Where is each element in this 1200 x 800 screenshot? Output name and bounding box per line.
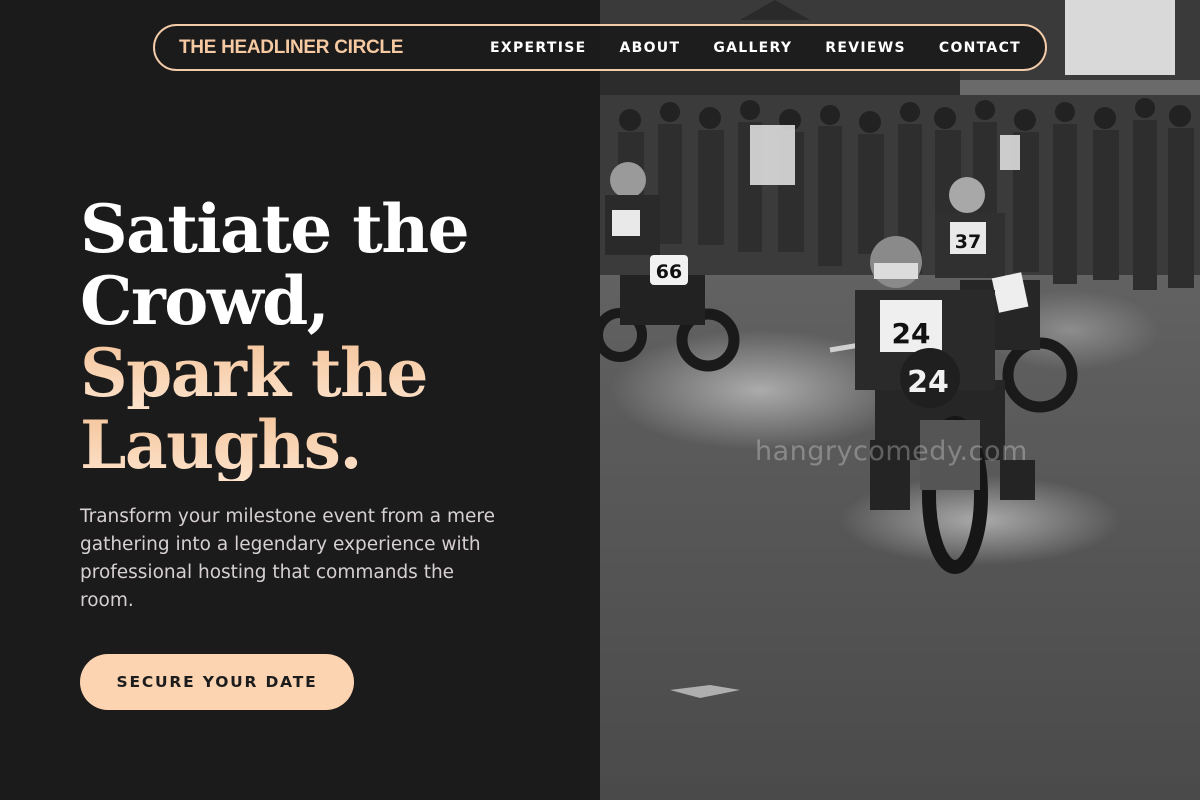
nav-link-gallery[interactable]: GALLERY <box>713 40 792 56</box>
headline-line-3: Spark the <box>80 337 580 409</box>
bib-number-left: 66 <box>656 261 682 283</box>
hero-headline: Satiate the Crowd, Spark the Laughs. <box>80 193 580 481</box>
top-navigation: THE HEADLINER CIRCLE EXPERTISE ABOUT GAL… <box>153 24 1047 71</box>
watermark-text: hangrycomedy.com <box>755 436 1028 467</box>
nav-link-reviews[interactable]: REVIEWS <box>825 40 906 56</box>
hero-description: Transform your milestone event from a me… <box>80 506 495 611</box>
bib-number-main: 24 <box>907 365 949 400</box>
headline-line-2: Crowd, <box>80 262 330 340</box>
bib-number-right: 37 <box>955 231 981 253</box>
secure-your-date-button[interactable]: SECURE YOUR DATE <box>80 654 354 710</box>
headline-line-1: Satiate the <box>80 190 470 268</box>
motocross-photo: 66 37 24 24 <box>600 0 1200 800</box>
hero-photo: 66 37 24 24 hangrycomedy.com <box>600 0 1200 800</box>
nav-link-contact[interactable]: CONTACT <box>939 40 1021 56</box>
headline-line-4: Laughs. <box>80 409 580 481</box>
nav-link-expertise[interactable]: EXPERTISE <box>490 40 586 56</box>
nav-links: EXPERTISE ABOUT GALLERY REVIEWS CONTACT <box>490 40 1021 56</box>
nav-link-about[interactable]: ABOUT <box>619 40 680 56</box>
brand-logo[interactable]: THE HEADLINER CIRCLE <box>179 37 403 59</box>
bib-number-main-shirt: 24 <box>892 317 931 350</box>
